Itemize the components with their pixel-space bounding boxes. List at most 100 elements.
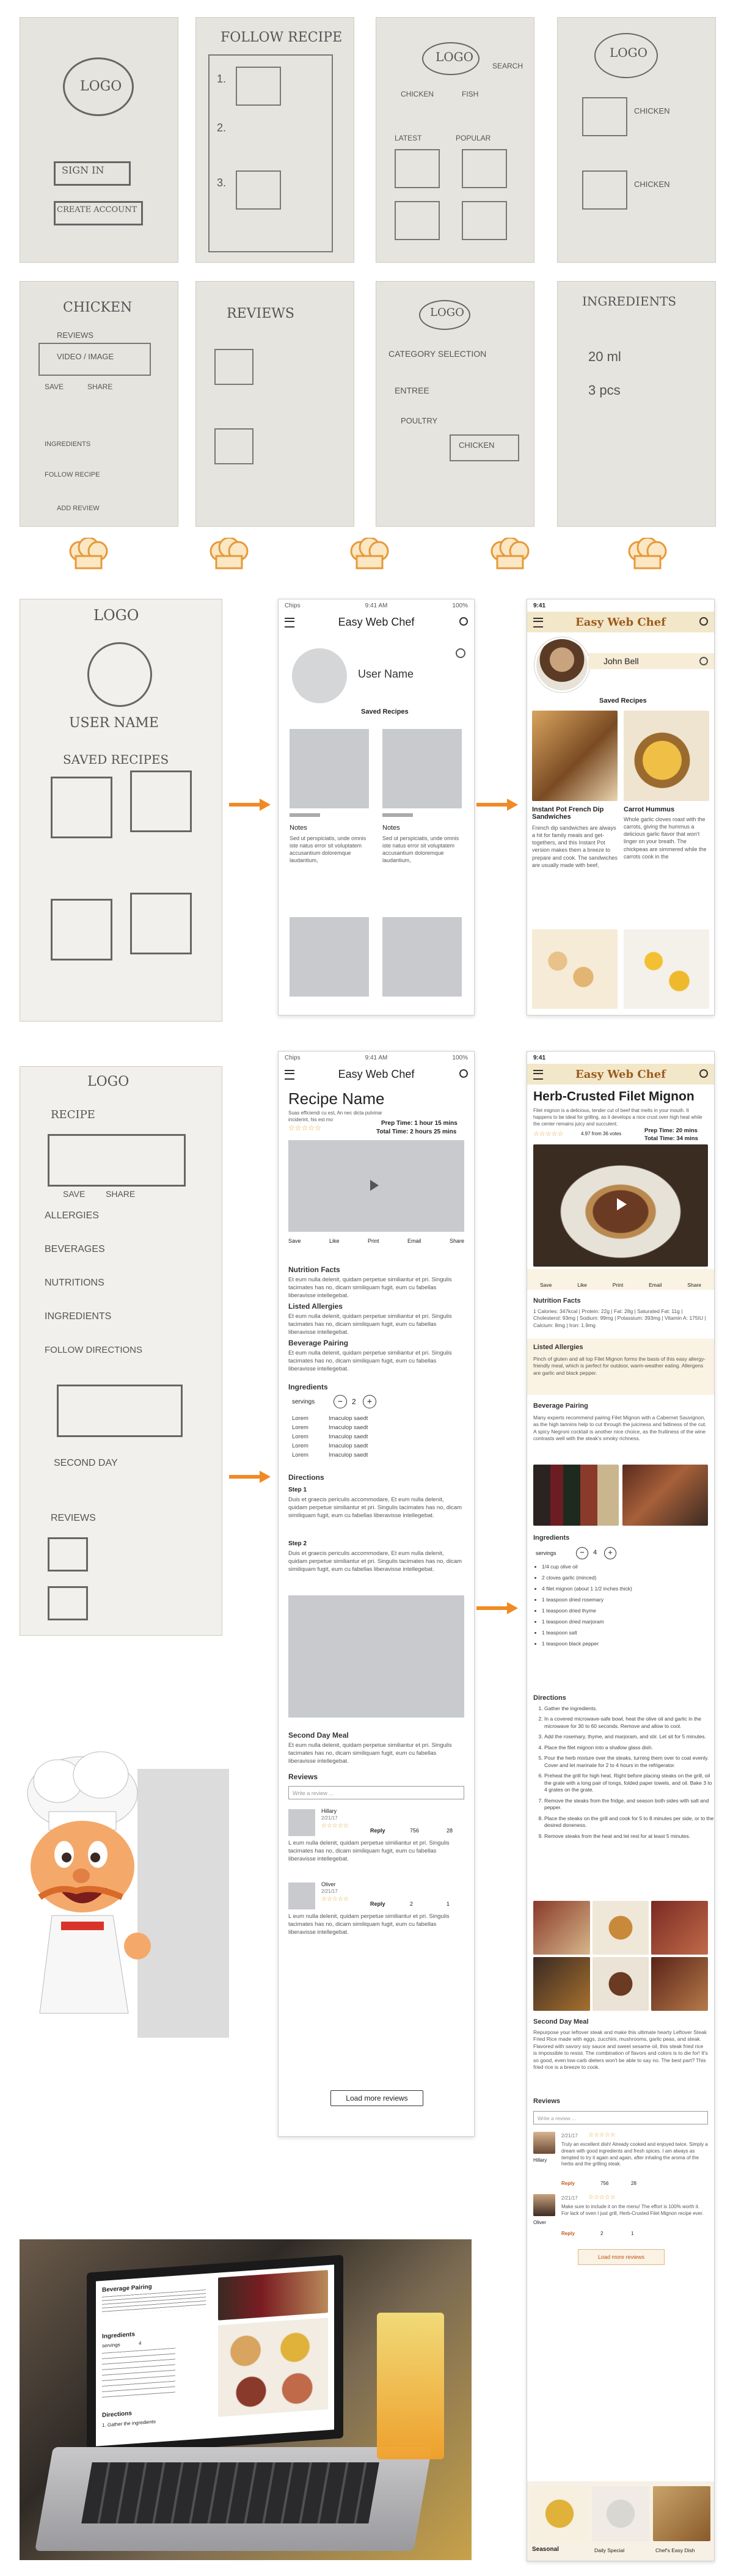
nutrition-body: 1 Calories: 347kcal | Protein: 22g | Fat… [533, 1308, 706, 1328]
nav-item-chefs-easy-dish[interactable]: Chef's Easy Dish [655, 2547, 695, 2553]
reply-link[interactable]: Reply [561, 2181, 575, 2186]
rating-stars[interactable]: ☆☆☆☆☆ [288, 1124, 321, 1132]
email-button[interactable]: Email [407, 1238, 421, 1259]
recipe-intro: Filet mignon is a delicious, tender cut … [533, 1108, 702, 1127]
recipe-photo[interactable] [624, 711, 709, 801]
sketch-ingredients: INGREDIENTS 20 ml 3 pcs [557, 281, 716, 527]
ingredient-item[interactable]: 1/4 cup olive oil [542, 1564, 713, 1570]
step-placeholder-image [288, 1595, 464, 1718]
servings-label: servings [292, 1399, 315, 1405]
recipe-placeholder-image[interactable] [290, 917, 369, 997]
save-button[interactable]: Save [540, 1282, 552, 1288]
like-count[interactable]: 2 [600, 2231, 603, 2236]
comment-count[interactable]: 1 [631, 2231, 633, 2236]
nav-photo-daily[interactable] [592, 2486, 649, 2541]
chef-mascot-illustration [27, 1751, 229, 2038]
comment-count[interactable]: 1 [447, 1901, 450, 1907]
nutrition-title: Nutrition Facts [533, 1297, 581, 1304]
search-icon[interactable] [699, 1069, 708, 1078]
arrow-right-icon [229, 1471, 271, 1483]
beverage-body: Many experts recommend pairing Filet Mig… [533, 1414, 707, 1442]
recipe-placeholder-image[interactable] [382, 917, 462, 997]
print-button[interactable]: Print [368, 1238, 379, 1259]
search-icon[interactable] [459, 1069, 468, 1078]
servings-minus-button[interactable]: − [334, 1395, 347, 1408]
sketch-word: 1. [217, 73, 227, 85]
reply-link[interactable]: Reply [561, 2231, 575, 2236]
time-label: 9:41 [533, 1054, 546, 1061]
load-more-button[interactable]: Load more reviews [578, 2249, 665, 2265]
recipe-photo[interactable] [532, 929, 618, 1009]
recipe-placeholder-image[interactable] [290, 729, 369, 808]
servings-minus-button[interactable]: − [576, 1547, 588, 1559]
ingredient-item[interactable]: 1 teaspoon dried thyme [542, 1608, 713, 1614]
recipe-placeholder-image[interactable] [382, 729, 462, 808]
sketch-word: LOGO [436, 49, 474, 64]
like-count[interactable]: 756 [410, 1828, 419, 1834]
load-more-button[interactable]: Load more reviews [330, 2090, 423, 2106]
search-icon[interactable] [459, 617, 468, 626]
comment-count[interactable]: 28 [447, 1828, 453, 1834]
ingredient-item[interactable]: 1 teaspoon salt [542, 1630, 713, 1636]
comment-count[interactable]: 28 [631, 2181, 636, 2186]
note-body: Sed ut perspiciatis, unde omnis iste nat… [382, 835, 459, 864]
avatar[interactable] [534, 637, 589, 692]
second-day-body: Et eum nulla delenit, quidam perpetue si… [288, 1742, 452, 1765]
servings-plus-button[interactable]: + [604, 1547, 616, 1559]
gear-icon[interactable] [699, 657, 708, 665]
sketch-word: INGREDIENTS [582, 294, 677, 309]
share-button[interactable]: Share [450, 1238, 464, 1259]
recipe-photo[interactable] [532, 711, 618, 801]
ingredient-item[interactable]: 1 teaspoon black pepper [542, 1641, 713, 1647]
nav-item-seasonal[interactable]: Seasonal [532, 2546, 559, 2553]
app-title: Easy Web Chef [575, 615, 666, 629]
nav-photo-seasonal[interactable] [531, 2486, 588, 2541]
nav-photo-chef[interactable] [653, 2486, 710, 2541]
ingredient-item[interactable]: 1 teaspoon dried rosemary [542, 1597, 713, 1603]
ingredient-item[interactable]: 4 filet mignon (about 1 1/2 inches thick… [542, 1586, 713, 1592]
ingredient-row: Lorem Imaculop saedt [292, 1452, 414, 1458]
search-icon[interactable] [699, 617, 708, 626]
app-bar: Easy Web Chef [527, 612, 714, 632]
share-button[interactable]: Share [687, 1282, 701, 1288]
laptop-servings-value: 4 [139, 2340, 142, 2346]
sketch-word: LOGO [80, 79, 122, 94]
review-body: Make sure to include it on the menu! The… [561, 2204, 704, 2216]
review-input[interactable]: Write a review ... [288, 1786, 464, 1799]
nav-item-daily-special[interactable]: Daily Special [594, 2547, 624, 2553]
hifi-recipe-screen: 9:41 Easy Web Chef Herb-Crusted Filet Mi… [527, 1051, 715, 2561]
reviews-title: Reviews [533, 2098, 561, 2105]
menu-icon[interactable] [533, 1070, 543, 1080]
reply-link[interactable]: Reply [370, 1901, 385, 1907]
review-input[interactable]: Write a review ... [533, 2111, 708, 2124]
servings-plus-button[interactable]: + [363, 1395, 376, 1408]
play-icon[interactable] [370, 1180, 379, 1191]
like-button[interactable]: Like [577, 1282, 587, 1288]
recipe-photo[interactable] [624, 929, 709, 1009]
reply-link[interactable]: Reply [370, 1828, 385, 1834]
direction-step: Add the rosemary, thyme, and marjoram, a… [544, 1733, 714, 1740]
sketch-word: INGREDIENTS [45, 441, 91, 448]
like-count[interactable]: 2 [410, 1901, 413, 1907]
ingredient-item[interactable]: 2 cloves garlic (minced) [542, 1575, 713, 1581]
save-button[interactable]: Save [288, 1238, 301, 1259]
menu-icon[interactable] [285, 1070, 294, 1080]
laptop-mockup: Beverage Pairing Ingredients servings 4 … [20, 2239, 472, 2560]
play-icon[interactable] [617, 1198, 627, 1210]
avatar[interactable] [292, 648, 347, 703]
sketch-logo-signin: LOGO SIGN IN CREATE ACCOUNT [20, 17, 178, 263]
email-button[interactable]: Email [649, 1282, 662, 1288]
rating-stars[interactable]: ☆☆☆☆☆ [533, 1130, 563, 1138]
review-date: 2/21/17 [561, 2133, 578, 2139]
gear-icon[interactable] [456, 648, 465, 658]
ingredient-item[interactable]: 1 teaspoon dried marjoram [542, 1619, 713, 1625]
like-count[interactable]: 756 [600, 2181, 608, 2186]
review-date: 2/21/17 [561, 2195, 578, 2201]
menu-icon[interactable] [285, 618, 294, 628]
ingredient-list: 1/4 cup olive oil 2 cloves garlic (minced… [527, 1564, 713, 1652]
like-button[interactable]: Like [329, 1238, 340, 1259]
beverage-title: Beverage Pairing [533, 1402, 588, 1410]
menu-icon[interactable] [533, 618, 543, 628]
direction-photo-grid [533, 1901, 708, 2011]
print-button[interactable]: Print [613, 1282, 623, 1288]
